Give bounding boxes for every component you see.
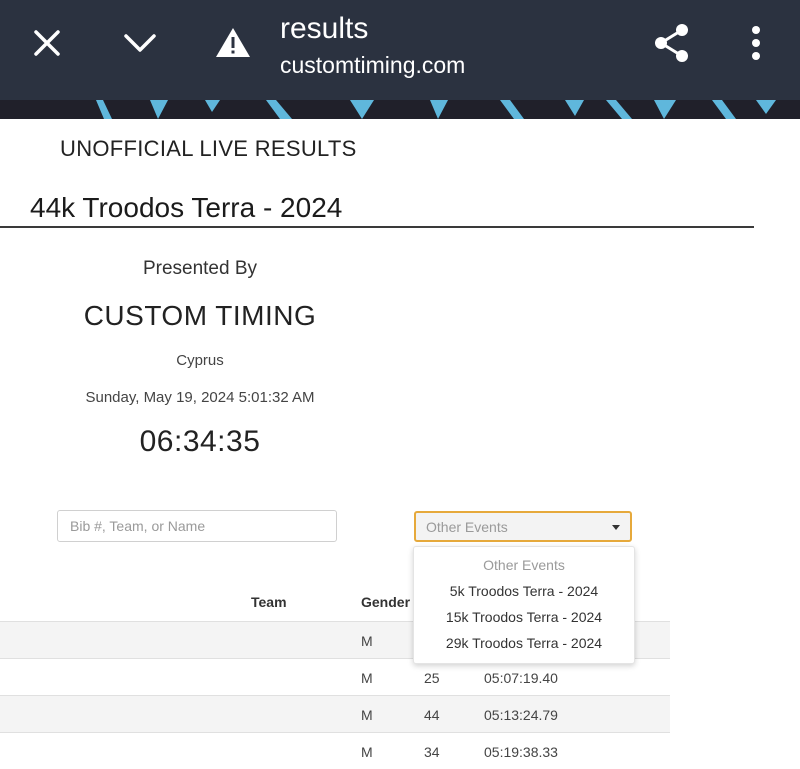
time-cell: 05:19:38.33 xyxy=(484,744,558,760)
gender-cell: M xyxy=(361,707,373,723)
page-url[interactable]: customtiming.com xyxy=(280,52,465,79)
elapsed-clock: 06:34:35 xyxy=(139,425,261,458)
caret-down-icon xyxy=(612,525,620,530)
dropdown-option-29k[interactable]: 29k Troodos Terra - 2024 xyxy=(414,635,634,651)
select-value: Other Events xyxy=(426,519,508,535)
time-cell: 05:07:19.40 xyxy=(484,670,558,686)
event-banner xyxy=(0,100,800,119)
age-cell: 25 xyxy=(424,670,440,686)
chevron-down-icon[interactable] xyxy=(116,19,164,67)
age-cell: 44 xyxy=(424,707,440,723)
gender-cell: M xyxy=(361,744,373,760)
event-title: 44k Troodos Terra - 2024 xyxy=(30,192,343,223)
share-icon[interactable] xyxy=(648,19,696,67)
table-row[interactable]: M 44 05:13:24.79 xyxy=(0,695,670,732)
other-events-dropdown: Other Events 5k Troodos Terra - 2024 15k… xyxy=(413,546,635,664)
warning-icon[interactable] xyxy=(209,18,257,66)
company-name: CUSTOM TIMING xyxy=(83,300,317,331)
other-events-select[interactable]: Other Events xyxy=(414,511,632,542)
presented-by-label: Presented By xyxy=(142,258,258,279)
browser-top-bar: results customtiming.com xyxy=(0,0,800,100)
unofficial-results-label: UNOFFICIAL LIVE RESULTS xyxy=(60,136,357,161)
close-icon[interactable] xyxy=(23,19,71,67)
time-cell: 05:13:24.79 xyxy=(484,707,558,723)
dropdown-header: Other Events xyxy=(483,557,565,573)
column-header-team[interactable]: Team xyxy=(251,594,287,610)
title-divider xyxy=(0,226,754,228)
search-input[interactable] xyxy=(57,510,337,542)
event-location: Cyprus xyxy=(176,352,224,369)
gender-cell: M xyxy=(361,670,373,686)
column-header-gender[interactable]: Gender xyxy=(361,594,410,610)
dropdown-option-15k[interactable]: 15k Troodos Terra - 2024 xyxy=(414,609,634,625)
dropdown-option-5k[interactable]: 5k Troodos Terra - 2024 xyxy=(414,583,634,599)
event-timestamp: Sunday, May 19, 2024 5:01:32 AM xyxy=(85,389,315,406)
gender-cell: M xyxy=(361,633,373,649)
age-cell: 34 xyxy=(424,744,440,760)
table-row[interactable]: M 34 05:19:38.33 xyxy=(0,732,670,769)
more-vert-icon[interactable] xyxy=(732,19,780,67)
page-title: results xyxy=(280,12,369,45)
